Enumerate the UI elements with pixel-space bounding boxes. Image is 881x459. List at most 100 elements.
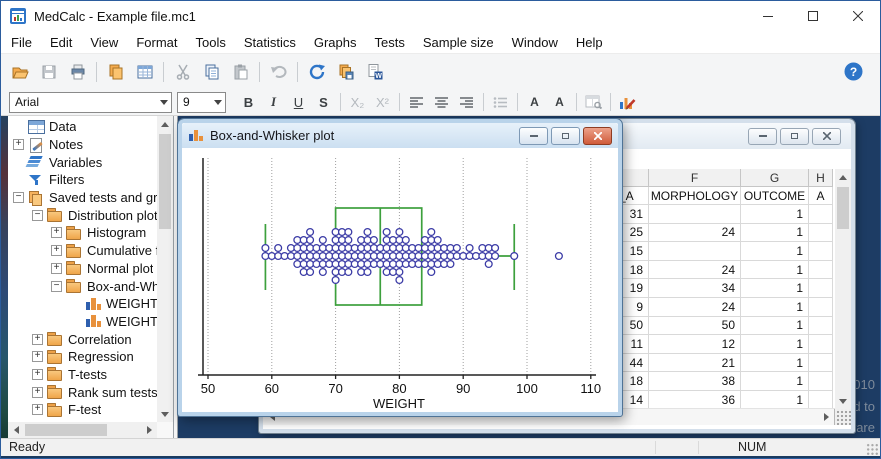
tree-item-normal-plot[interactable]: + Normal plot [8, 260, 157, 278]
column-header-H[interactable]: H [809, 169, 833, 187]
sheet-cell[interactable] [809, 242, 833, 261]
sheet-cell[interactable] [809, 316, 833, 336]
tree-expander-plus[interactable]: + [32, 386, 43, 398]
tree-item-saved-tests-and-grap[interactable]: − Saved tests and grap [8, 189, 157, 207]
tree-expander-plus[interactable]: + [32, 351, 43, 363]
sheet-cell[interactable]: 1 [741, 390, 809, 410]
menu-item-sample-size[interactable]: Sample size [414, 33, 503, 52]
sheet-cell[interactable]: 24 [649, 223, 741, 243]
save-icon[interactable] [34, 59, 63, 85]
sheet-cell[interactable] [809, 223, 833, 243]
scrollbar-thumb[interactable] [159, 134, 171, 229]
sheet-cell[interactable] [809, 205, 833, 224]
sheet-cell[interactable]: 1 [741, 260, 809, 280]
menu-item-tools[interactable]: Tools [186, 33, 234, 52]
menu-item-view[interactable]: View [81, 33, 127, 52]
tree-horizontal-scrollbar[interactable] [8, 422, 157, 438]
scroll-down-arrow[interactable] [835, 393, 851, 409]
variable-name-cell[interactable]: OUTCOME [741, 187, 809, 205]
tree-expander-plus[interactable]: + [32, 368, 43, 380]
tree-item-variables[interactable]: Variables [8, 153, 157, 171]
menu-item-edit[interactable]: Edit [41, 33, 81, 52]
tree-item-weight[interactable]: WEIGHT [8, 295, 157, 313]
sheet-cell[interactable]: 1 [741, 242, 809, 261]
sheet-cell[interactable] [809, 390, 833, 410]
underline-button[interactable]: U [286, 90, 311, 114]
sheet-cell[interactable]: 1 [741, 223, 809, 243]
sheet-cell[interactable]: 1 [741, 353, 809, 373]
scroll-left-arrow[interactable] [8, 422, 24, 438]
tree-item-notes[interactable]: + Notes [8, 136, 157, 154]
sheet-cell[interactable]: 1 [741, 205, 809, 224]
tree-item-cumulative-fr[interactable]: + Cumulative fr [8, 242, 157, 260]
variable-name-cell[interactable]: MORPHOLOGY [649, 187, 741, 205]
plot-window[interactable]: Box-and-Whisker plot 50 60 70 80 90 100 110 WEI… [177, 118, 623, 417]
scroll-right-arrow[interactable] [818, 409, 834, 425]
tree-item-correlation[interactable]: + Correlation [8, 330, 157, 348]
scroll-up-arrow[interactable] [157, 116, 173, 132]
sheet-cell[interactable] [649, 242, 741, 261]
sheet-cell[interactable] [809, 335, 833, 354]
font-family-select[interactable]: Arial [9, 91, 172, 113]
decrease-font-button[interactable]: A [547, 90, 572, 114]
resize-grip[interactable] [865, 442, 878, 455]
tree-expander-minus[interactable]: − [32, 209, 43, 221]
insert-table-icon[interactable] [130, 59, 159, 85]
save-all-icon[interactable] [331, 59, 360, 85]
tree-expander-minus[interactable]: − [51, 280, 62, 292]
menu-item-format[interactable]: Format [127, 33, 186, 52]
sheet-cell[interactable] [809, 297, 833, 317]
menu-item-help[interactable]: Help [567, 33, 612, 52]
tree-item-filters[interactable]: Filters [8, 171, 157, 189]
spreadsheet-close-button[interactable] [812, 127, 841, 145]
sheet-cell[interactable]: 24 [649, 260, 741, 280]
align-left-icon[interactable] [404, 90, 429, 114]
scrollbar-thumb[interactable] [837, 187, 849, 229]
tree-expander-plus[interactable]: + [51, 227, 62, 239]
format-graph-icon[interactable] [615, 90, 640, 114]
scrollbar-thumb[interactable] [25, 424, 107, 436]
sheet-cell[interactable]: 1 [741, 335, 809, 354]
variable-name-cell[interactable]: A [809, 187, 833, 205]
tree-item-box-and-whi[interactable]: − Box-and-Whi [8, 277, 157, 295]
sheet-vertical-scrollbar[interactable] [835, 169, 851, 409]
sheet-cell[interactable]: 1 [741, 372, 809, 391]
resize-grip[interactable] [834, 409, 851, 425]
cut-icon[interactable] [168, 59, 197, 85]
sheet-cell[interactable]: 34 [649, 279, 741, 298]
sheet-cell[interactable]: 24 [649, 297, 741, 317]
plot-restore-button[interactable] [551, 126, 580, 145]
font-size-select[interactable]: 9 [177, 91, 226, 113]
format-table-icon[interactable] [581, 90, 606, 114]
paste-icon[interactable] [226, 59, 255, 85]
scroll-down-arrow[interactable] [157, 406, 173, 422]
spreadsheet-minimize-button[interactable] [748, 127, 777, 145]
italic-button[interactable]: I [261, 90, 286, 114]
sheet-cell[interactable] [809, 260, 833, 280]
tree-item-rank-sum-tests[interactable]: + Rank sum tests [8, 383, 157, 401]
tree-vertical-scrollbar[interactable] [157, 116, 173, 422]
tree-item-weight[interactable]: WEIGHT [8, 313, 157, 331]
minimize-button[interactable] [745, 1, 790, 31]
copy-icon[interactable] [197, 59, 226, 85]
plot-close-button[interactable] [583, 126, 612, 145]
spreadsheet-restore-button[interactable] [780, 127, 809, 145]
sheet-cell[interactable]: 1 [741, 279, 809, 298]
increase-font-button[interactable]: A [522, 90, 547, 114]
scroll-up-arrow[interactable] [835, 169, 851, 185]
titlebar[interactable]: MedCalc - Example file.mc1 [1, 1, 880, 31]
menu-item-tests[interactable]: Tests [366, 33, 414, 52]
plot-titlebar[interactable]: Box-and-Whisker plot [182, 123, 618, 148]
tree-item-f-test[interactable]: + F-test [8, 401, 157, 419]
tree-expander-plus[interactable]: + [13, 139, 24, 151]
menu-item-window[interactable]: Window [503, 33, 567, 52]
sheet-cell[interactable]: 38 [649, 372, 741, 391]
sheet-cell[interactable] [809, 372, 833, 391]
column-header-F[interactable]: F [649, 169, 741, 187]
sheet-cell[interactable]: 50 [649, 316, 741, 336]
tree-item-distribution-plot[interactable]: − Distribution plot [8, 206, 157, 224]
menu-item-file[interactable]: File [2, 33, 41, 52]
sheet-cell[interactable] [809, 279, 833, 298]
column-header-G[interactable]: G [741, 169, 809, 187]
tree-expander-plus[interactable]: + [51, 262, 62, 274]
